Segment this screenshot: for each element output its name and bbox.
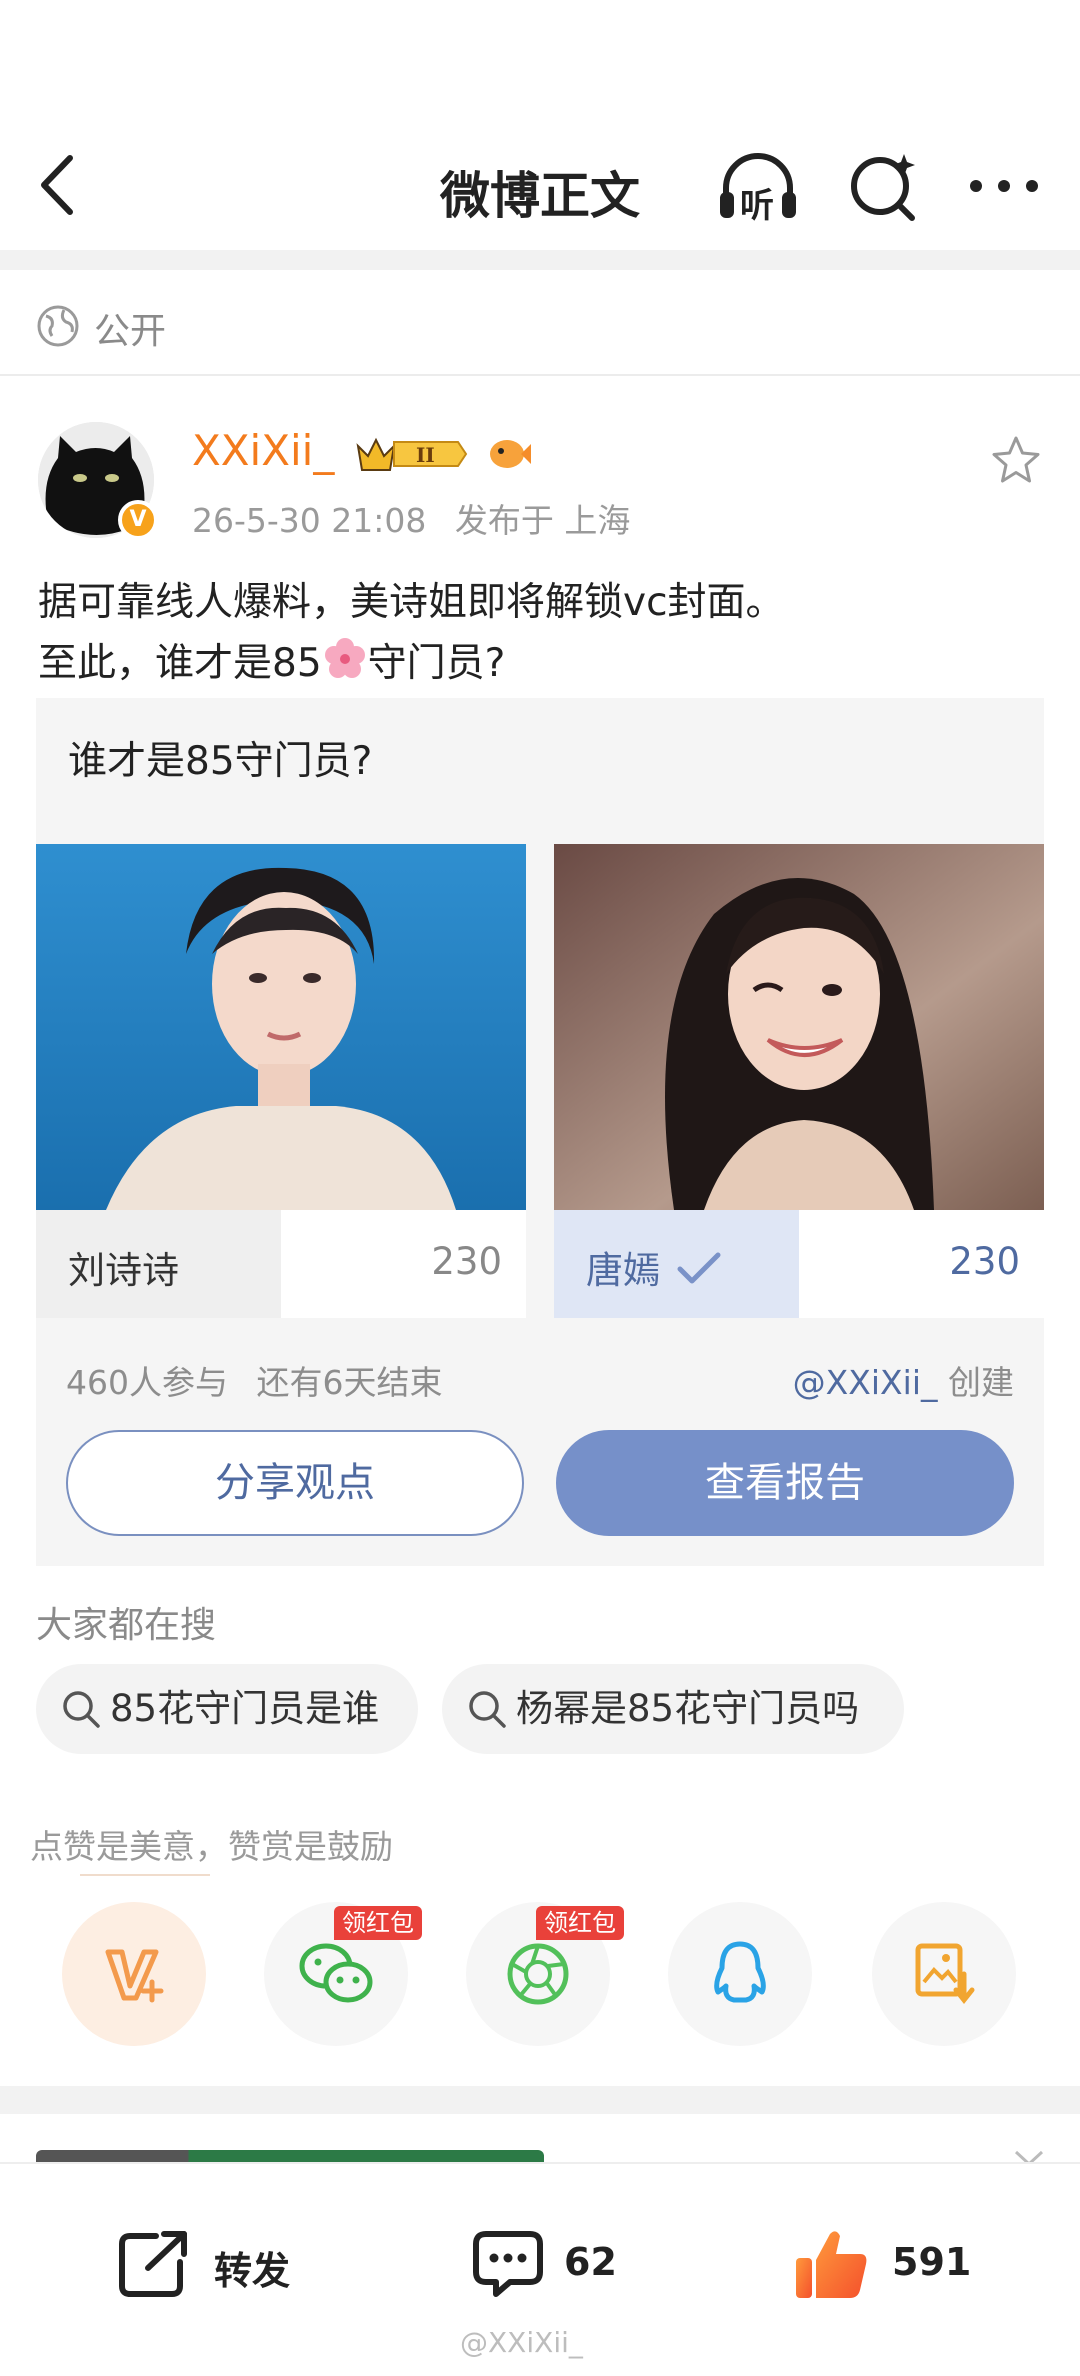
- vote-creator: @XXiXii_ 创建: [793, 1356, 1014, 1404]
- share-qq-button[interactable]: [668, 1902, 812, 2046]
- author-name-text: XXiXii_: [192, 426, 335, 475]
- trending-search-title: 大家都在搜: [36, 1605, 217, 1646]
- repost-button[interactable]: 转发: [116, 2224, 316, 2304]
- repost-icon: [119, 2231, 187, 2297]
- comment-button[interactable]: 62: [470, 2224, 630, 2304]
- more-dots-icon: [970, 180, 1038, 192]
- comment-icon: [473, 2231, 543, 2297]
- vote-option-1-count: 230: [431, 1240, 502, 1283]
- vote-option-1[interactable]: 刘诗诗 230: [36, 1210, 526, 1318]
- vote-option-2-count: 230: [949, 1240, 1020, 1283]
- vote-card: 谁才是85守门员? 刘诗诗 230 唐嫣 230 460人参与 还有6天结束 @…: [36, 698, 1044, 1566]
- search-chip-2[interactable]: 杨幂是85花守门员吗: [442, 1664, 904, 1754]
- vote-option-2-name-text: 唐嫣: [586, 1249, 660, 1292]
- v-plus-icon: [105, 1949, 164, 2003]
- search-chip-1[interactable]: 85花守门员是谁: [36, 1664, 418, 1754]
- thumbs-up-icon: [796, 2231, 867, 2298]
- post-line-2-prefix: 至此，谁才是85: [38, 641, 322, 686]
- save-image-icon: [915, 1943, 975, 2005]
- watermark: @XXiXii_: [460, 2326, 583, 2359]
- portrait-photo-1: [36, 844, 526, 1210]
- listen-button[interactable]: 听: [716, 148, 800, 228]
- reward-button[interactable]: [62, 1902, 206, 2046]
- view-report-button[interactable]: 查看报告: [556, 1430, 1014, 1536]
- weibo-post-page: 微博正文 听 公开 V XXiXii_ II 26-5-30 21:08 发布于…: [0, 0, 1080, 2376]
- visibility-row: 公开: [0, 270, 1080, 376]
- listen-label: 听: [740, 186, 774, 226]
- post-location: 发布于 上海: [454, 501, 631, 540]
- checkmark-icon: [677, 1252, 721, 1284]
- top-nav-bar: 微博正文 听: [0, 0, 1080, 250]
- post-meta: 26-5-30 21:08 发布于 上海: [192, 494, 630, 542]
- vote-creator-suffix: 创建: [948, 1363, 1014, 1402]
- vote-option-2-name: 唐嫣: [586, 1240, 722, 1294]
- post-line-1: 据可靠线人爆料，美诗姐即将解锁vc封面。: [38, 580, 785, 625]
- search-chip-2-label: 杨幂是85花守门员吗: [516, 1687, 860, 1730]
- vote-participants: 460人参与: [66, 1363, 228, 1402]
- repost-label: 转发: [214, 2249, 291, 2293]
- like-button[interactable]: 591: [792, 2224, 992, 2304]
- rank-badge-text: II: [416, 443, 435, 467]
- more-button[interactable]: [962, 148, 1046, 228]
- share-opinion-button[interactable]: 分享观点: [66, 1430, 524, 1536]
- visibility-label: 公开: [94, 311, 167, 352]
- post-line-2: 至此，谁才是85 守门员?: [38, 633, 1048, 694]
- section-divider-2: [0, 2086, 1080, 2114]
- cherry-blossom-icon: [324, 638, 365, 678]
- post-line-2-suffix: 守门员?: [367, 641, 506, 686]
- like-count: 591: [892, 2240, 972, 2284]
- search-button[interactable]: [846, 148, 930, 228]
- search-sparkle-icon: [851, 154, 915, 221]
- post-time: 26-5-30 21:08: [192, 501, 427, 540]
- save-image-button[interactable]: [872, 1902, 1016, 2046]
- fish-badge-icon: [490, 439, 532, 468]
- vote-option-2-photo[interactable]: [554, 844, 1044, 1210]
- section-divider: [0, 250, 1080, 270]
- wechat-icon: [299, 1943, 373, 2003]
- vote-option-1-photo[interactable]: [36, 844, 526, 1210]
- vote-option-2[interactable]: 唐嫣 230: [554, 1210, 1044, 1318]
- vip-crown-badge-icon: II: [356, 437, 467, 471]
- star-icon: [992, 436, 1040, 483]
- red-packet-badge-2: 领红包: [536, 1906, 624, 1940]
- comment-count: 62: [564, 2240, 617, 2284]
- moments-aperture-icon: [507, 1943, 569, 2005]
- qq-penguin-icon: [714, 1941, 766, 2003]
- search-icon: [63, 1691, 100, 1728]
- portrait-photo-2: [554, 844, 1044, 1210]
- search-chip-1-label: 85花守门员是谁: [110, 1687, 380, 1730]
- favorite-button[interactable]: [988, 432, 1044, 488]
- vote-remaining: 还有6天结束: [256, 1363, 443, 1402]
- reward-title: 点赞是美意，赞赏是鼓励: [30, 1827, 393, 1866]
- vote-creator-handle[interactable]: @XXiXii_: [793, 1363, 938, 1402]
- post-body: 据可靠线人爆料，美诗姐即将解锁vc封面。 至此，谁才是85 守门员?: [38, 572, 1048, 694]
- author-name[interactable]: XXiXii_ II: [192, 426, 533, 476]
- reward-pointer: [80, 1874, 210, 1876]
- vote-question: 谁才是85守门员?: [68, 739, 373, 784]
- globe-icon: [37, 305, 79, 347]
- red-packet-badge-1: 领红包: [334, 1906, 422, 1940]
- vote-stats: 460人参与 还有6天结束: [66, 1356, 443, 1404]
- next-post-preview: [36, 2150, 544, 2162]
- search-icon: [469, 1691, 506, 1728]
- vote-option-1-name: 刘诗诗: [68, 1249, 179, 1292]
- verified-badge: V: [118, 500, 158, 540]
